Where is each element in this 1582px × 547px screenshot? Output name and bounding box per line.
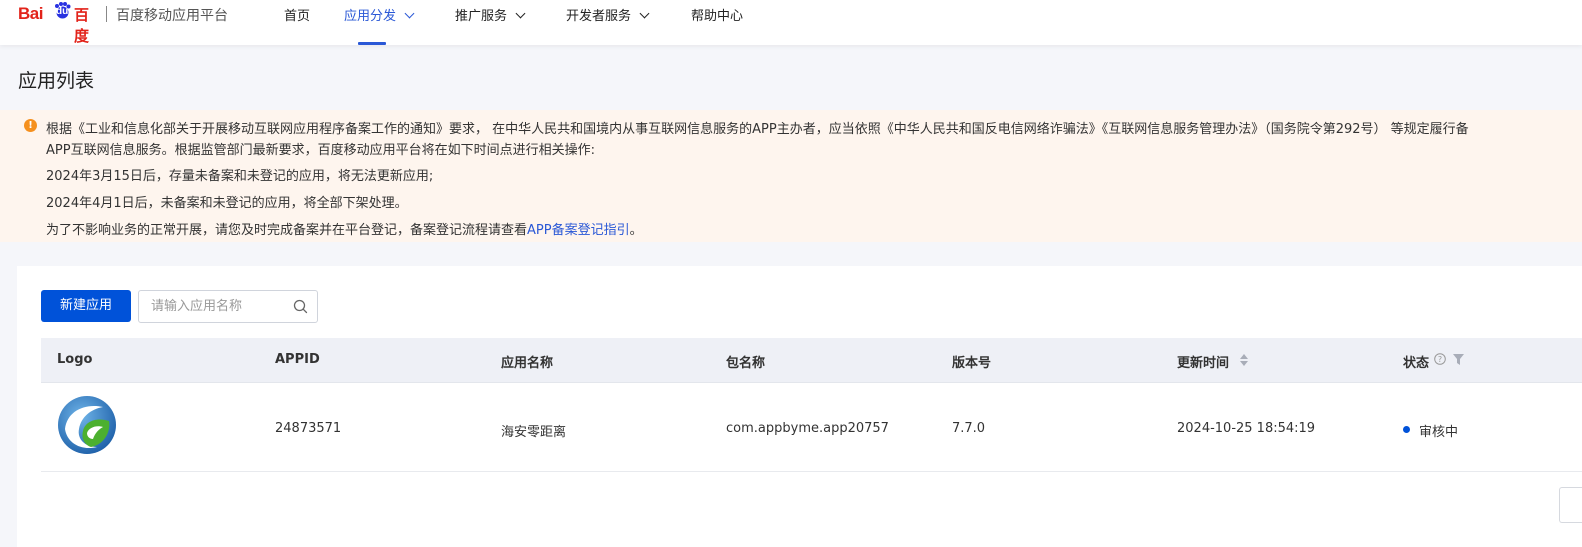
notice-line-2: APP互联网信息服务。根据监管部门最新要求，百度移动应用平台将在如下时间点进行相… [46, 143, 595, 158]
column-header-updated: 更新时间 [1177, 356, 1230, 371]
nav-item-promotion[interactable]: 推广服务 [455, 5, 526, 24]
column-header-appid: APPID [275, 352, 320, 367]
notice-banner: ! 根据《工业和信息化部关于开展移动互联网应用程序备案工作的通知》要求， 在中华… [0, 110, 1582, 242]
notice-line-1: 根据《工业和信息化部关于开展移动互联网应用程序备案工作的通知》要求， 在中华人民… [46, 122, 1469, 137]
search-input[interactable] [151, 291, 281, 322]
nav-label: 首页 [284, 9, 311, 24]
column-header-package: 包名称 [726, 356, 766, 371]
notice-line-5: 为了不影响业务的正常开展，请您及时完成备案并在平台登记，备案登记流程请查看APP… [46, 219, 643, 238]
logo-cn-text: 百度 [74, 6, 90, 45]
cell-appid: 24873571 [275, 421, 342, 436]
column-header-app-name: 应用名称 [501, 356, 554, 371]
table-header: Logo APPID 应用名称 包名称 版本号 更新时间 状态 ? [41, 338, 1582, 383]
chevron-down-icon [404, 8, 415, 19]
warning-icon: ! [24, 119, 37, 132]
cell-app-name: 海安零距离 [501, 425, 567, 440]
cell-version: 7.7.0 [952, 421, 986, 436]
app-filing-guide-link[interactable]: APP备案登记指引 [527, 223, 630, 238]
new-app-button[interactable]: 新建应用 [41, 290, 131, 322]
logo-latin-text: Bai [18, 4, 43, 23]
nav-item-home[interactable]: 首页 [284, 5, 310, 24]
sort-icon[interactable] [1240, 354, 1248, 366]
search-icon[interactable] [293, 299, 308, 314]
cell-updated: 2024-10-25 18:54:19 [1177, 421, 1316, 436]
notice-line-5-suffix: 。 [629, 223, 643, 238]
header-divider [106, 6, 107, 22]
chevron-down-icon [515, 8, 526, 19]
nav-label: 开发者服务 [566, 9, 632, 24]
help-circle-icon[interactable]: ? [1434, 353, 1446, 365]
baidu-logo[interactable]: Bai du 百度 [18, 0, 102, 45]
notice-line-4: 2024年4月1日后，未备案和未登记的应用，将全部下架处理。 [46, 196, 408, 211]
app-list-card: 新建应用 Logo APPID 应用名称 包名称 版本号 更新时间 状态 ? [17, 266, 1582, 547]
platform-name: 百度移动应用平台 [116, 8, 228, 24]
filter-icon[interactable] [1453, 354, 1464, 365]
pagination-control[interactable] [1559, 487, 1582, 523]
column-header-logo: Logo [57, 352, 93, 367]
notice-line-3: 2024年3月15日后，存量未备案和未登记的应用，将无法更新应用; [46, 169, 434, 184]
status-dot [1403, 426, 1410, 433]
cell-status: 审核中 [1419, 425, 1459, 440]
active-nav-indicator [358, 42, 386, 45]
app-logo-icon [58, 396, 116, 454]
cell-package: com.appbyme.app20757 [726, 421, 889, 436]
page-title: 应用列表 [18, 70, 95, 92]
nav-item-developer[interactable]: 开发者服务 [566, 5, 650, 24]
nav-item-help[interactable]: 帮助中心 [691, 5, 743, 24]
top-header: Bai du 百度 百度移动应用平台 首页 应用分发 推广服务 开发者服务 帮助… [0, 0, 1582, 45]
nav-label: 推广服务 [455, 9, 508, 24]
nav-label: 帮助中心 [691, 9, 744, 24]
logo-du-text: du [56, 6, 69, 17]
nav-label: 应用分发 [344, 9, 397, 24]
chevron-down-icon [639, 8, 650, 19]
column-header-version: 版本号 [952, 356, 992, 371]
column-header-status: 状态 [1403, 356, 1430, 371]
search-box [138, 290, 318, 323]
svg-text:?: ? [1438, 355, 1442, 364]
nav-item-app-distribution[interactable]: 应用分发 [344, 5, 415, 24]
table-row[interactable]: 24873571 海安零距离 com.appbyme.app20757 7.7.… [41, 383, 1582, 472]
notice-line-5-prefix: 为了不影响业务的正常开展，请您及时完成备案并在平台登记，备案登记流程请查看 [46, 223, 528, 238]
